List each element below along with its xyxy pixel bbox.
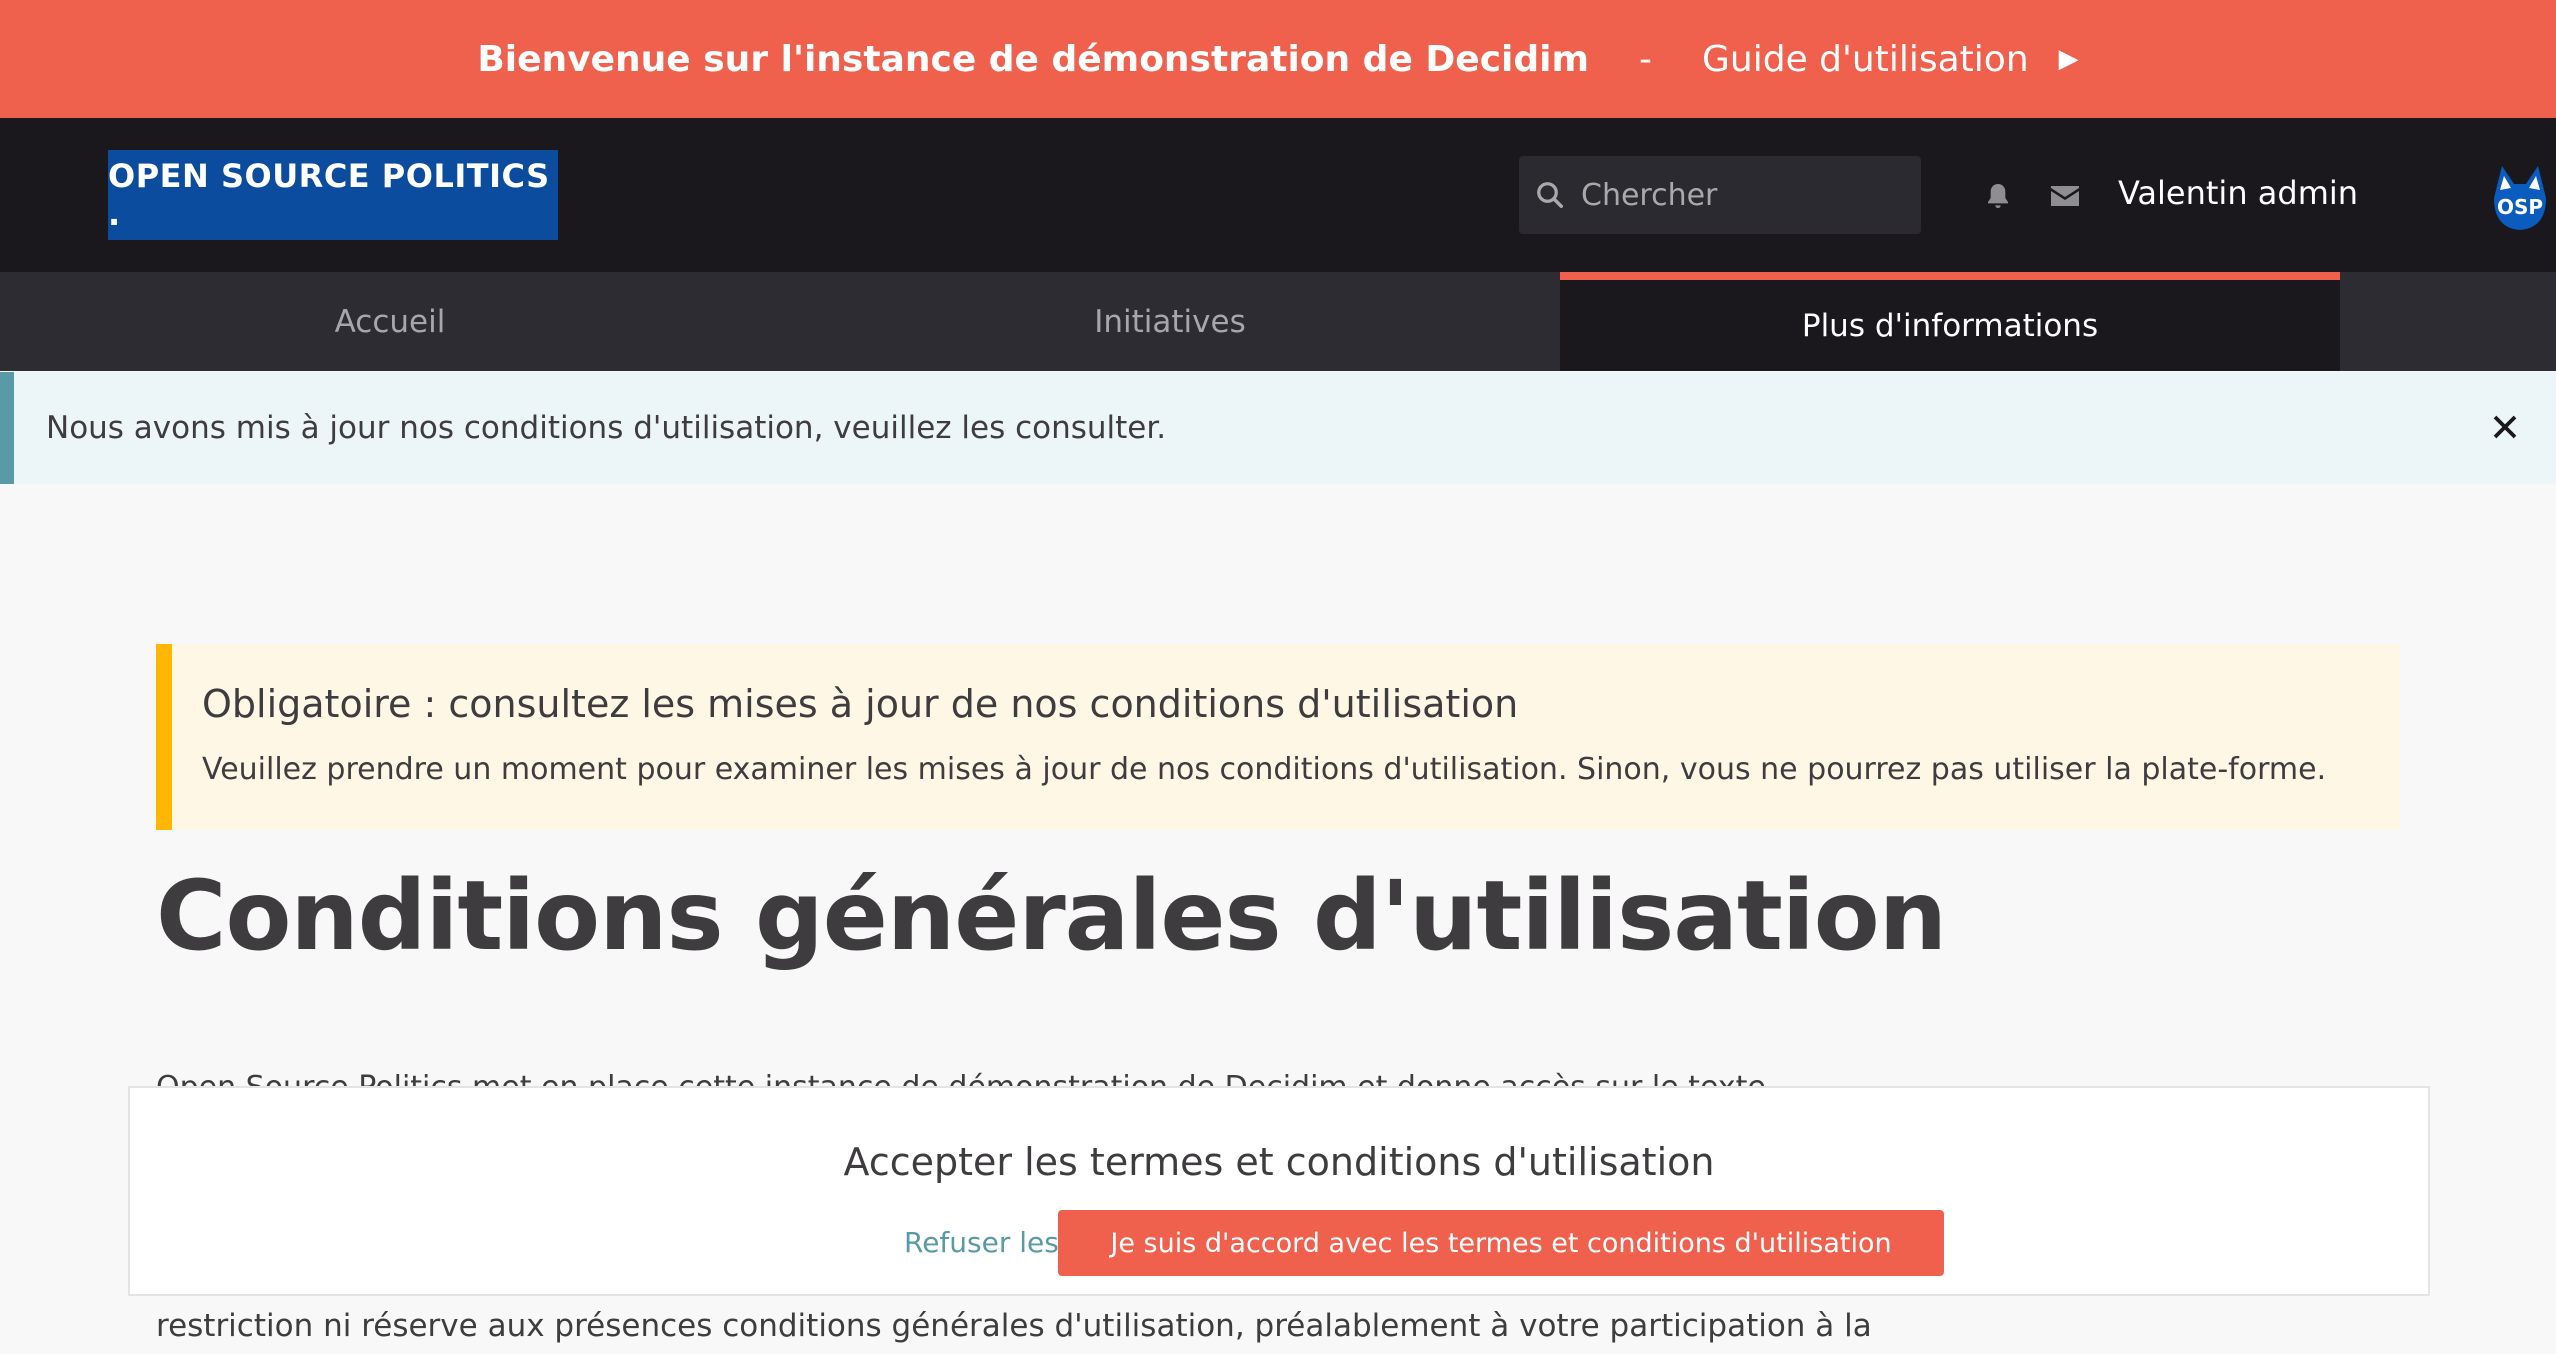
warning-text: Veuillez prendre un moment pour examiner… xyxy=(202,752,2327,787)
search-icon xyxy=(1537,182,1563,208)
osp-avatar[interactable]: OSP xyxy=(2484,158,2556,234)
main-nav: Accueil Initiatives Plus d'informations xyxy=(0,272,2556,371)
tab-accueil[interactable]: Accueil xyxy=(0,272,780,371)
info-callout: Nous avons mis à jour nos conditions d'u… xyxy=(0,372,2556,484)
announcement-separator: - xyxy=(1639,38,1653,80)
logo-text: OPEN SOURCE POLITICS . xyxy=(108,157,550,233)
tab-label: Accueil xyxy=(334,303,446,340)
accept-terms-panel: Accepter les termes et conditions d'util… xyxy=(128,1086,2430,1296)
tab-label: Plus d'informations xyxy=(1801,307,2099,344)
partial-paragraph: Open Source Politics met en place cette … xyxy=(156,1070,1766,1086)
site-header: OPEN SOURCE POLITICS . Valentin admin OS… xyxy=(0,118,2556,272)
warning-title: Obligatoire : consultez les mises à jour… xyxy=(202,682,1519,726)
tab-plus-informations[interactable]: Plus d'informations xyxy=(1560,272,2340,371)
tab-label: Initiatives xyxy=(1094,303,1246,340)
guide-link[interactable]: Guide d'utilisation xyxy=(1702,39,2029,80)
user-menu[interactable]: Valentin admin xyxy=(2118,174,2358,212)
close-button[interactable] xyxy=(2480,402,2530,452)
warning-callout: Obligatoire : consultez les mises à jour… xyxy=(156,644,2400,830)
play-arrow-icon[interactable]: ▶ xyxy=(2059,44,2079,74)
tab-initiatives[interactable]: Initiatives xyxy=(780,272,1560,371)
search-box[interactable] xyxy=(1519,156,1921,234)
accept-title: Accepter les termes et conditions d'util… xyxy=(843,1140,1715,1184)
close-icon xyxy=(2493,415,2517,439)
body-paragraph: restriction ni réserve aux présences con… xyxy=(156,1308,1872,1344)
callout-message: Nous avons mis à jour nos conditions d'u… xyxy=(46,410,1167,446)
site-logo[interactable]: OPEN SOURCE POLITICS . xyxy=(108,150,558,240)
mail-icon[interactable] xyxy=(2050,184,2080,208)
page-title: Conditions générales d'utilisation xyxy=(156,860,1947,972)
badge-text: OSP xyxy=(2497,195,2543,219)
bell-icon[interactable] xyxy=(1982,180,2014,212)
agree-button[interactable]: Je suis d'accord avec les termes et cond… xyxy=(1058,1210,1944,1276)
announcement-bar: Bienvenue sur l'instance de démonstratio… xyxy=(0,0,2556,118)
search-input[interactable] xyxy=(1581,177,1911,213)
welcome-text: Bienvenue sur l'instance de démonstratio… xyxy=(477,38,1590,80)
